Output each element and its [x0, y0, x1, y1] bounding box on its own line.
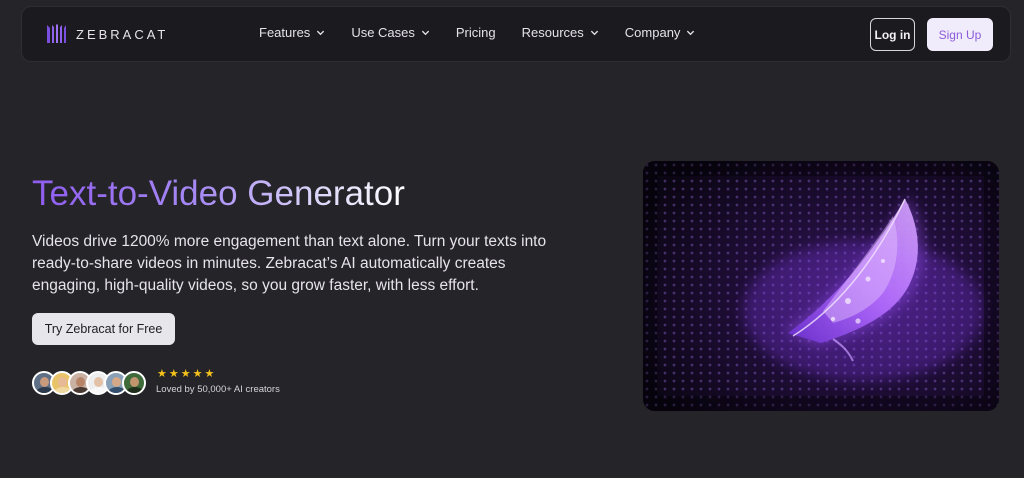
nav-item-company[interactable]: Company [625, 25, 696, 40]
hero-description: Videos drive 1200% more engagement than … [32, 233, 547, 294]
signup-button[interactable]: Sign Up [927, 18, 993, 51]
nav-item-features[interactable]: Features [259, 25, 325, 40]
nav-item-use-cases[interactable]: Use Cases [351, 25, 430, 40]
hero-feather-image [643, 161, 999, 411]
rating-stars: ★★★★★ [157, 368, 217, 380]
social-proof-text: Loved by 50,000+ AI creators [156, 384, 280, 395]
nav-item-pricing[interactable]: Pricing [456, 25, 496, 40]
nav-item-label: Company [624, 25, 681, 40]
feather-artwork [643, 161, 999, 411]
nav-item-label: Features [259, 25, 311, 40]
chevron-down-icon [421, 30, 430, 36]
nav-item-label: Resources [521, 25, 584, 40]
chevron-down-icon [687, 30, 695, 36]
login-button[interactable]: Log in [870, 18, 915, 51]
top-navbar: ZEBRACAT Features Use Cases Pricing Reso… [21, 6, 1011, 62]
hero-title: Text-to-Video Generator [32, 174, 405, 213]
chevron-down-icon [590, 30, 598, 36]
brand-logo[interactable]: ZEBRACAT [46, 23, 168, 45]
avatar [122, 371, 146, 395]
chevron-down-icon [317, 30, 325, 36]
zebracat-logo-icon [47, 24, 66, 43]
nav-item-resources[interactable]: Resources [522, 25, 599, 40]
nav-item-label: Use Cases [351, 25, 415, 40]
main-nav: Features Use Cases Pricing Resources Com… [259, 25, 721, 40]
brand-name: ZEBRACAT [76, 26, 169, 42]
nav-item-label: Pricing [455, 25, 496, 40]
try-free-button[interactable]: Try Zebracat for Free [32, 313, 175, 345]
